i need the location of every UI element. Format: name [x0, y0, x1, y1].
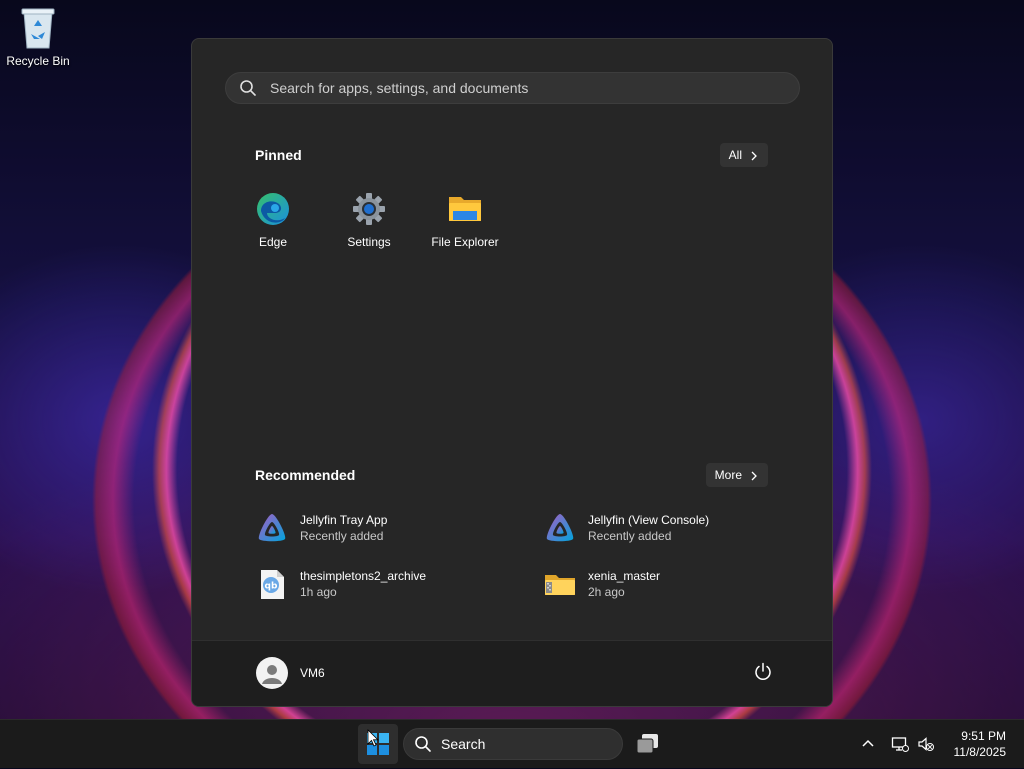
- recycle-bin-icon: [18, 6, 58, 50]
- clock-time: 9:51 PM: [961, 729, 1006, 743]
- file-explorer-icon: [447, 191, 483, 227]
- pinned-app-edge[interactable]: Edge: [225, 189, 321, 249]
- recycle-bin-label: Recycle Bin: [6, 54, 70, 68]
- pinned-app-label: File Explorer: [431, 235, 499, 249]
- recommended-item-sub: 2h ago: [588, 585, 625, 599]
- windows-logo-icon: [367, 729, 389, 755]
- recommended-item-sub: Recently added: [588, 529, 672, 543]
- system-clock[interactable]: 9:51 PM 11/8/2025: [954, 728, 1007, 760]
- chevron-right-icon: [750, 470, 758, 481]
- desktop-icon-recycle-bin[interactable]: Recycle Bin: [2, 6, 74, 68]
- task-view-icon[interactable]: [632, 728, 664, 760]
- all-apps-label: All: [728, 148, 742, 162]
- pinned-app-label: Edge: [258, 235, 288, 249]
- jellyfin-icon: [544, 512, 576, 544]
- user-name[interactable]: VM6: [300, 666, 325, 680]
- search-icon: [239, 79, 257, 97]
- recommended-title: Recommended: [255, 467, 356, 483]
- start-search-box[interactable]: [225, 72, 800, 104]
- all-apps-button[interactable]: All: [719, 143, 768, 167]
- chevron-right-icon: [750, 150, 758, 161]
- search-icon: [414, 735, 432, 753]
- recommended-item-name: Jellyfin (View Console): [588, 513, 710, 527]
- recommended-item-name: xenia_master: [588, 569, 661, 583]
- volume-muted-icon[interactable]: [917, 732, 935, 756]
- taskbar-search[interactable]: Search: [403, 728, 623, 760]
- zip-folder-icon: [544, 568, 576, 600]
- recommended-item-sub: Recently added: [300, 529, 384, 543]
- jellyfin-icon: [256, 512, 288, 544]
- recommended-item-name: thesimpletons2_archive: [300, 569, 427, 583]
- start-button[interactable]: [358, 724, 398, 764]
- recommended-item-sub: 1h ago: [300, 585, 337, 599]
- pinned-app-label: Settings: [347, 235, 391, 249]
- pinned-app-settings[interactable]: Settings: [321, 189, 417, 249]
- taskbar: Search 9:51 PM 11/8/2025: [0, 719, 1024, 768]
- user-avatar-icon[interactable]: [256, 657, 288, 689]
- svg-text:qb: qb: [265, 582, 278, 592]
- network-icon[interactable]: [891, 732, 909, 756]
- power-icon[interactable]: [752, 661, 774, 683]
- pinned-apps-grid: Edge Settings File Explorer: [225, 189, 513, 249]
- recommended-item[interactable]: xenia_master 2h ago: [544, 568, 660, 600]
- recommended-item[interactable]: Jellyfin (View Console) Recently added: [544, 512, 709, 544]
- pinned-app-file-explorer[interactable]: File Explorer: [417, 189, 513, 249]
- pinned-title: Pinned: [255, 147, 302, 163]
- recommended-item[interactable]: qb thesimpletons2_archive 1h ago: [256, 568, 426, 600]
- clock-date: 11/8/2025: [953, 745, 1007, 759]
- more-label: More: [714, 468, 742, 482]
- settings-gear-icon: [351, 191, 387, 227]
- start-search-input[interactable]: [268, 79, 799, 97]
- taskbar-search-label: Search: [441, 736, 486, 752]
- show-hidden-icons-chevron-up-icon[interactable]: [860, 732, 876, 756]
- qbittorrent-file-icon: qb: [256, 568, 288, 600]
- recommended-item[interactable]: Jellyfin Tray App Recently added: [256, 512, 387, 544]
- edge-icon: [255, 191, 291, 227]
- more-button[interactable]: More: [705, 463, 768, 487]
- start-menu: Pinned All Edge: [191, 38, 833, 707]
- start-menu-footer: VM6: [192, 640, 832, 706]
- recommended-item-name: Jellyfin Tray App: [300, 513, 388, 527]
